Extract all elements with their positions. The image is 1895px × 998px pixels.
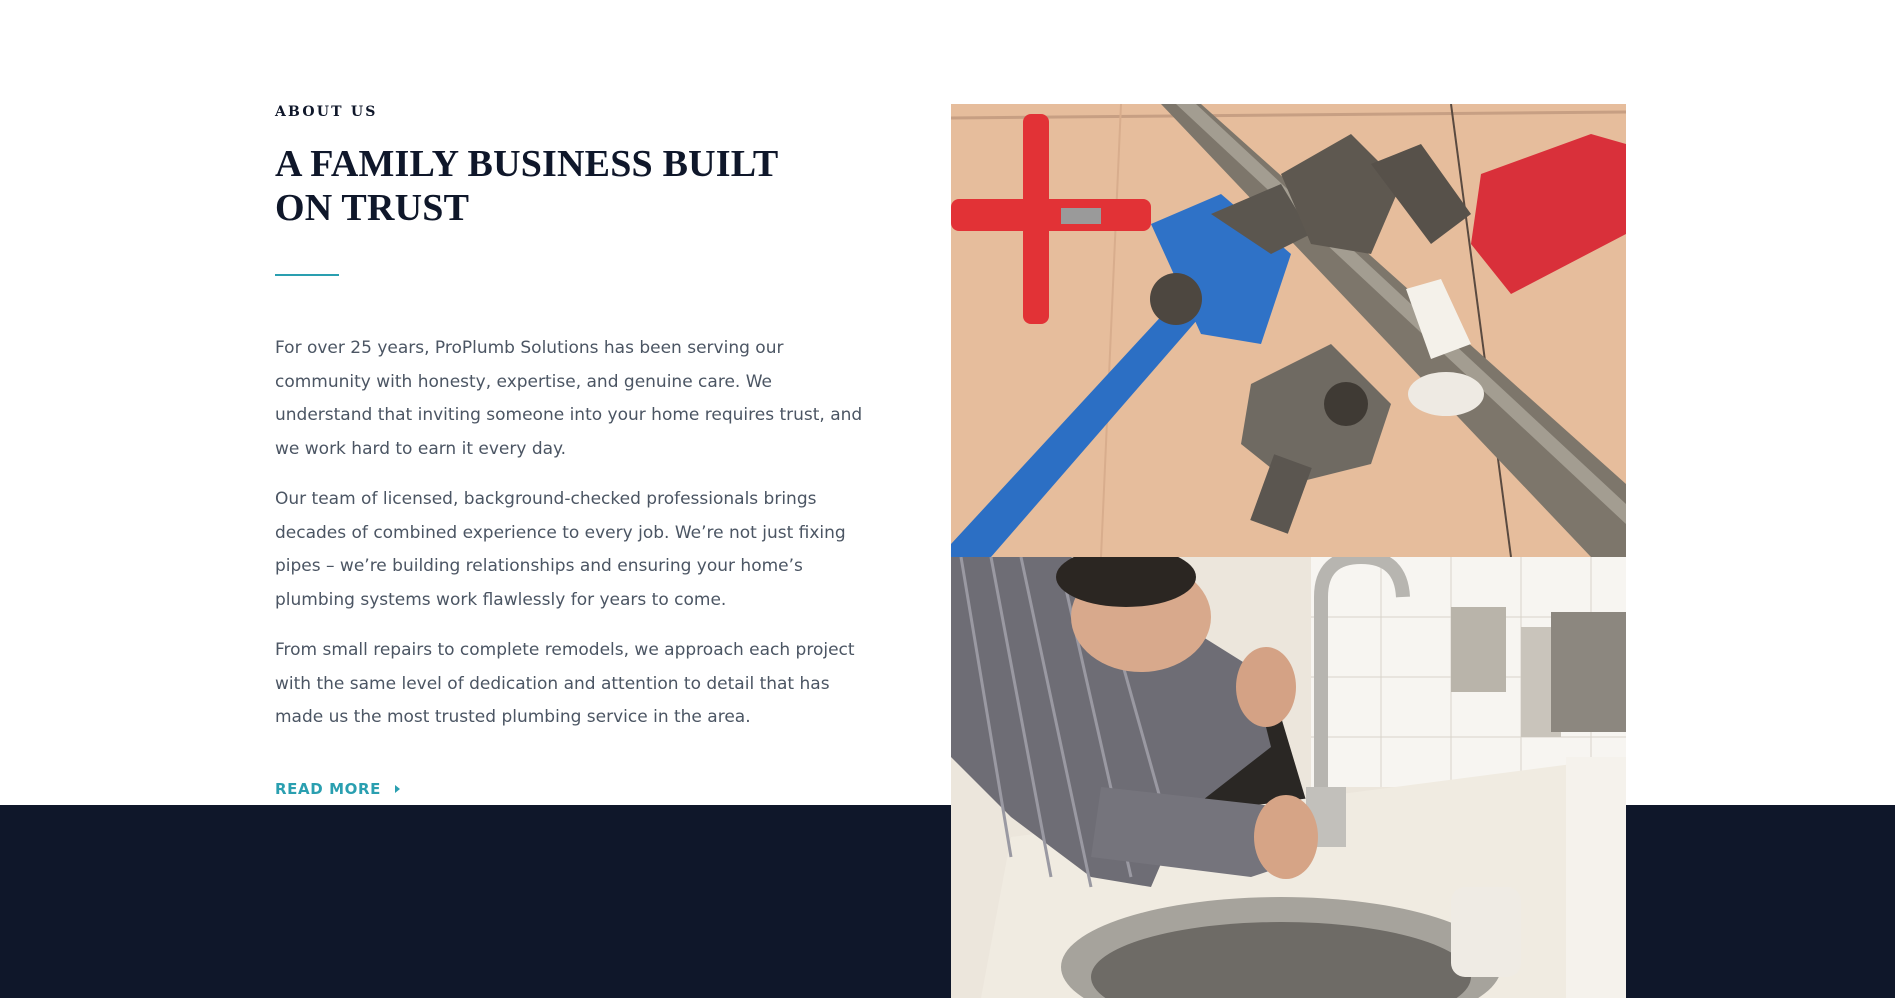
plumber-at-sink-photo (951, 557, 1626, 998)
about-body: For over 25 years, ProPlumb Solutions ha… (275, 332, 865, 735)
caret-right-icon (394, 785, 400, 793)
about-paragraph-1: For over 25 years, ProPlumb Solutions ha… (275, 338, 863, 459)
about-paragraph-3: From small repairs to complete remodels,… (275, 640, 855, 727)
about-section: ABOUT US A FAMILY BUSINESS BUILT ON TRUS… (0, 0, 1895, 998)
pipe-wrenches-photo (951, 104, 1626, 557)
read-more-link[interactable]: READ MORE (275, 780, 400, 798)
accent-divider (275, 274, 339, 276)
about-paragraph-2: Our team of licensed, background-checked… (275, 489, 846, 610)
section-heading: A FAMILY BUSINESS BUILT ON TRUST (275, 143, 778, 229)
about-text-column: ABOUT US A FAMILY BUSINESS BUILT ON TRUS… (275, 104, 875, 735)
section-eyebrow: ABOUT US (275, 104, 378, 120)
read-more-label: READ MORE (275, 780, 381, 798)
